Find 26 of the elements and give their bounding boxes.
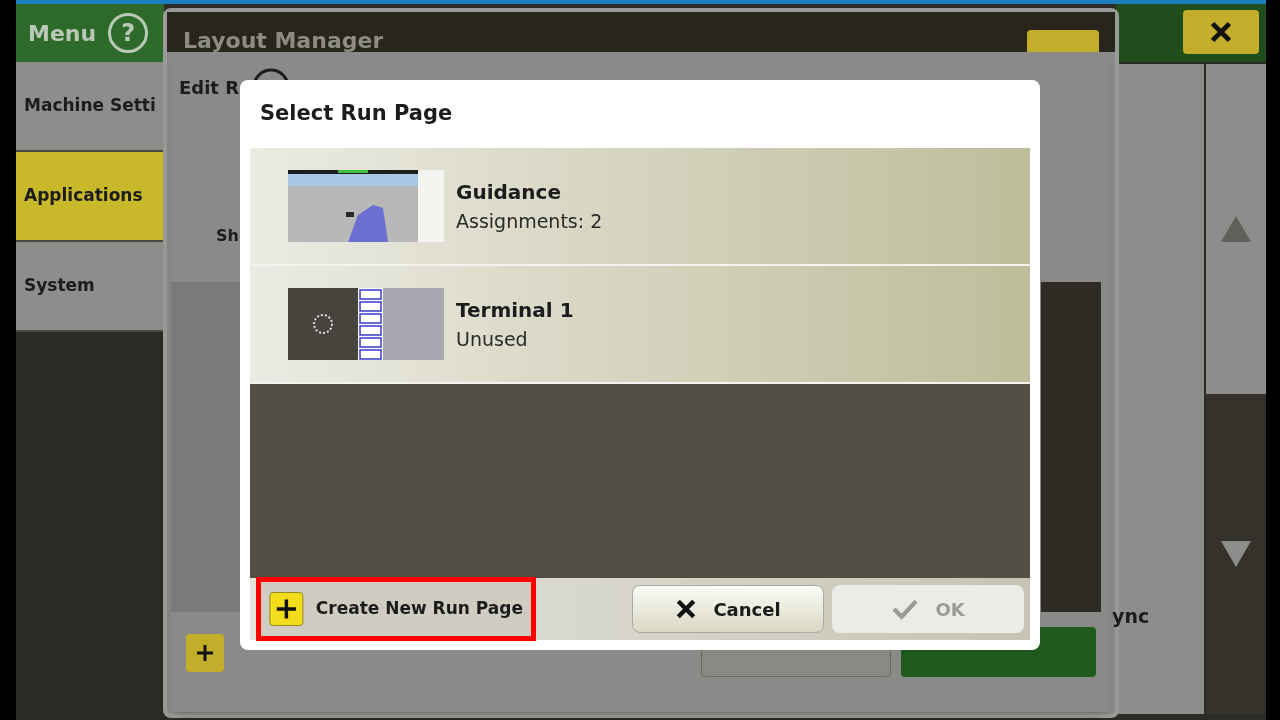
dialog-title: Select Run Page [260, 100, 453, 128]
run-page-item[interactable]: Guidance Assignments: 2 [250, 148, 1030, 266]
column-label: Sh [216, 225, 239, 247]
side-label: ync [1112, 604, 1150, 629]
help-button[interactable]: ? [108, 13, 149, 53]
panel-title: Edit R [179, 75, 240, 100]
add-button[interactable] [186, 634, 224, 672]
menu-item[interactable]: Applications [16, 152, 164, 242]
run-page-item[interactable]: Terminal 1 Unused [250, 266, 1030, 384]
cancel-button[interactable]: Cancel [632, 585, 824, 633]
plus-icon [269, 590, 304, 628]
close-icon [1209, 20, 1233, 44]
run-page-status: Unused [456, 326, 529, 352]
plus-icon [195, 643, 215, 663]
menu-title: Menu [28, 19, 97, 48]
run-page-status: Assignments: 2 [456, 208, 603, 234]
menu-item[interactable]: System [16, 242, 164, 332]
run-page-name: Guidance [456, 178, 562, 206]
check-icon [891, 598, 920, 620]
run-page-name: Terminal 1 [456, 296, 574, 324]
window-title: Layout Manager [183, 30, 384, 52]
menu-item[interactable]: Machine Setti [16, 62, 164, 152]
scroll-down-icon[interactable] [1221, 541, 1251, 567]
close-button[interactable] [1183, 10, 1259, 54]
close-icon [675, 598, 698, 620]
create-run-page-button[interactable]: Create New Run Page [256, 577, 536, 641]
